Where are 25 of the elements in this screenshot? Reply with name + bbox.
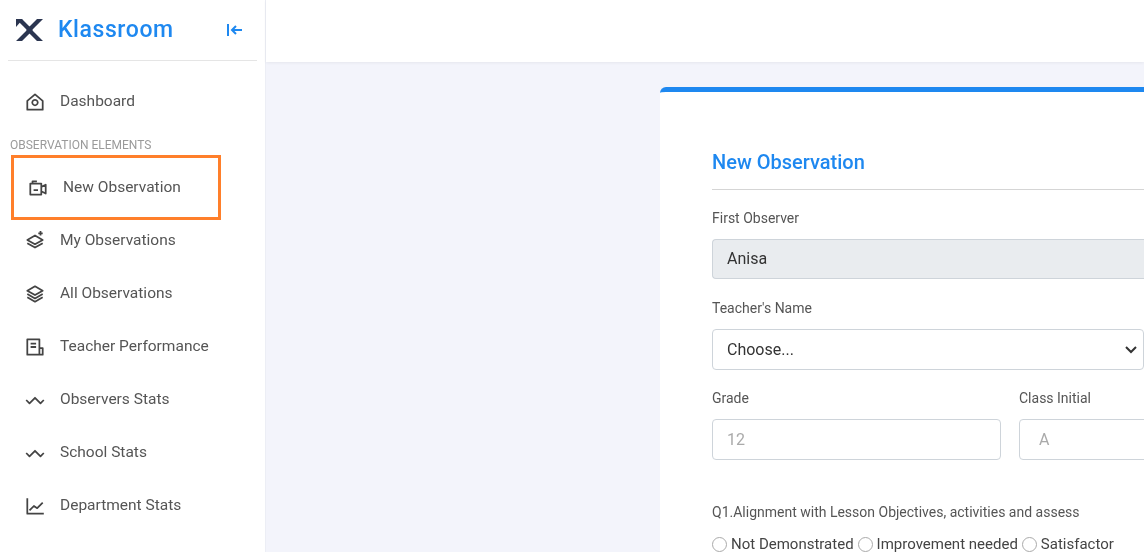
section-heading: OBSERVATION ELEMENTS (10, 137, 153, 154)
logo-icon (14, 17, 44, 43)
radio-option[interactable]: Improvement needed (857, 533, 1018, 552)
class-initial-input[interactable]: A (1019, 419, 1144, 460)
sidebar-item[interactable]: School Stats (11, 426, 254, 479)
field-label: Class Initial (1019, 389, 1092, 408)
radio-option[interactable]: Satisfactor (1021, 533, 1114, 552)
sidebar-item[interactable]: Dashboard (11, 75, 254, 128)
field-label: First Observer (712, 209, 801, 228)
report-icon (24, 335, 46, 358)
form-title: New Observation (712, 149, 866, 176)
sidebar-item[interactable]: Observers Stats (11, 373, 254, 426)
field-label: Grade (712, 389, 750, 408)
first-observer-field: Anisa (712, 239, 1144, 279)
teacher-name-select[interactable]: Choose... (712, 329, 1144, 370)
sidebar-item[interactable]: Teacher Performance (11, 320, 254, 373)
sidebar-item[interactable]: New Observation (11, 155, 221, 220)
radio-option[interactable]: Not Demonstrated (712, 533, 854, 552)
grade-input[interactable]: 12 (712, 419, 1001, 460)
field-label: Teacher's Name (712, 299, 813, 318)
sidebar-item[interactable]: All Observations (11, 267, 254, 320)
brand-name: Klassroom (58, 14, 174, 45)
sidebar-item[interactable]: Department Stats (11, 479, 254, 532)
question-text: Q1.Alignment with Lesson Objectives, activities and assess (712, 503, 1081, 522)
chevron-down-icon (1125, 345, 1137, 354)
